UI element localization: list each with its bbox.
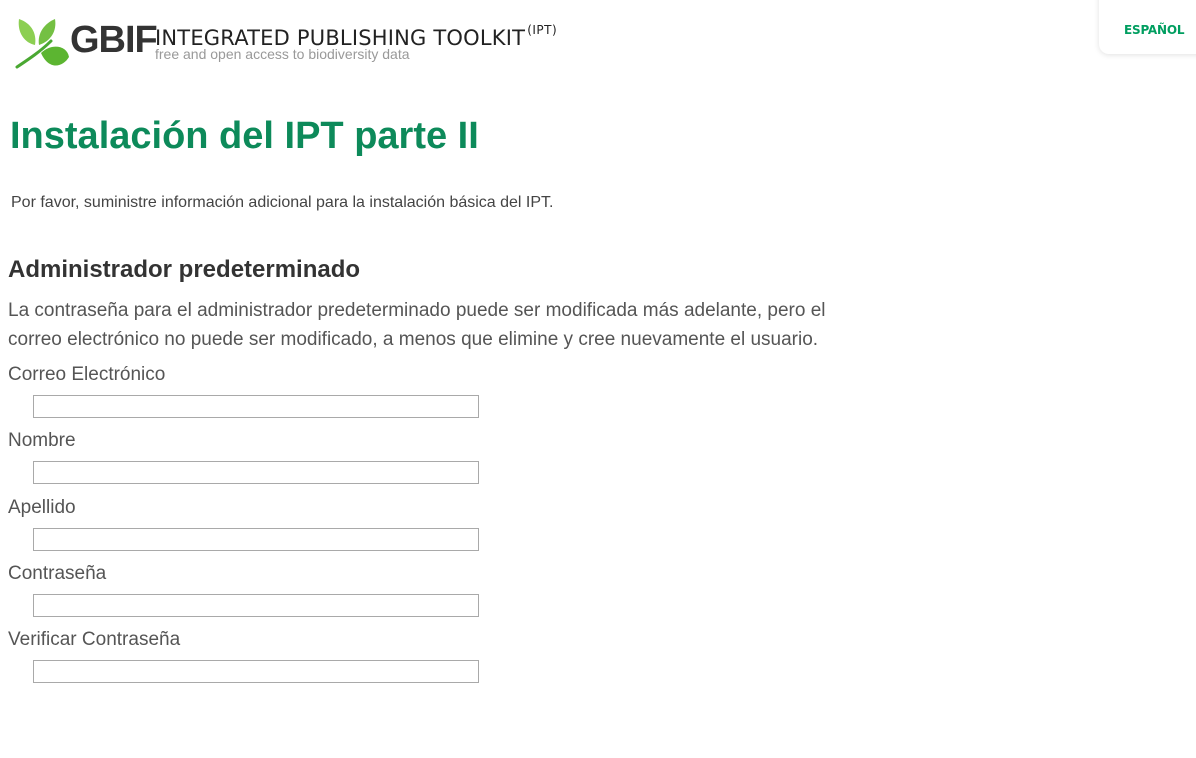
tagline: free and open access to biodiversity dat… bbox=[155, 46, 410, 62]
page-title: Instalación del IPT parte II bbox=[10, 115, 479, 157]
intro-text: Por favor, suministre información adicio… bbox=[11, 194, 554, 211]
gbif-leaf-logo-icon bbox=[15, 19, 69, 69]
verify-password-label: Verificar Contraseña bbox=[8, 629, 181, 650]
email-label: Correo Electrónico bbox=[8, 364, 166, 385]
last-name-field[interactable] bbox=[33, 528, 479, 551]
verify-password-field[interactable] bbox=[33, 660, 479, 683]
brand-name: GBIF bbox=[70, 19, 158, 61]
page: GBIF INTEGRATED PUBLISHING TOOLKIT (IPT) … bbox=[0, 0, 1196, 758]
section-description: La contraseña para el administrador pred… bbox=[8, 300, 826, 350]
password-label: Contraseña bbox=[8, 563, 107, 584]
password-field[interactable] bbox=[33, 594, 479, 617]
last-name-label: Apellido bbox=[8, 497, 76, 518]
app-title-abbrev: (IPT) bbox=[527, 23, 558, 37]
language-selector-link[interactable]: ESPAÑOL bbox=[1124, 23, 1185, 37]
first-name-field[interactable] bbox=[33, 461, 479, 484]
section-title: Administrador predeterminado bbox=[8, 256, 361, 283]
email-field[interactable] bbox=[33, 395, 479, 418]
first-name-label: Nombre bbox=[8, 430, 76, 451]
